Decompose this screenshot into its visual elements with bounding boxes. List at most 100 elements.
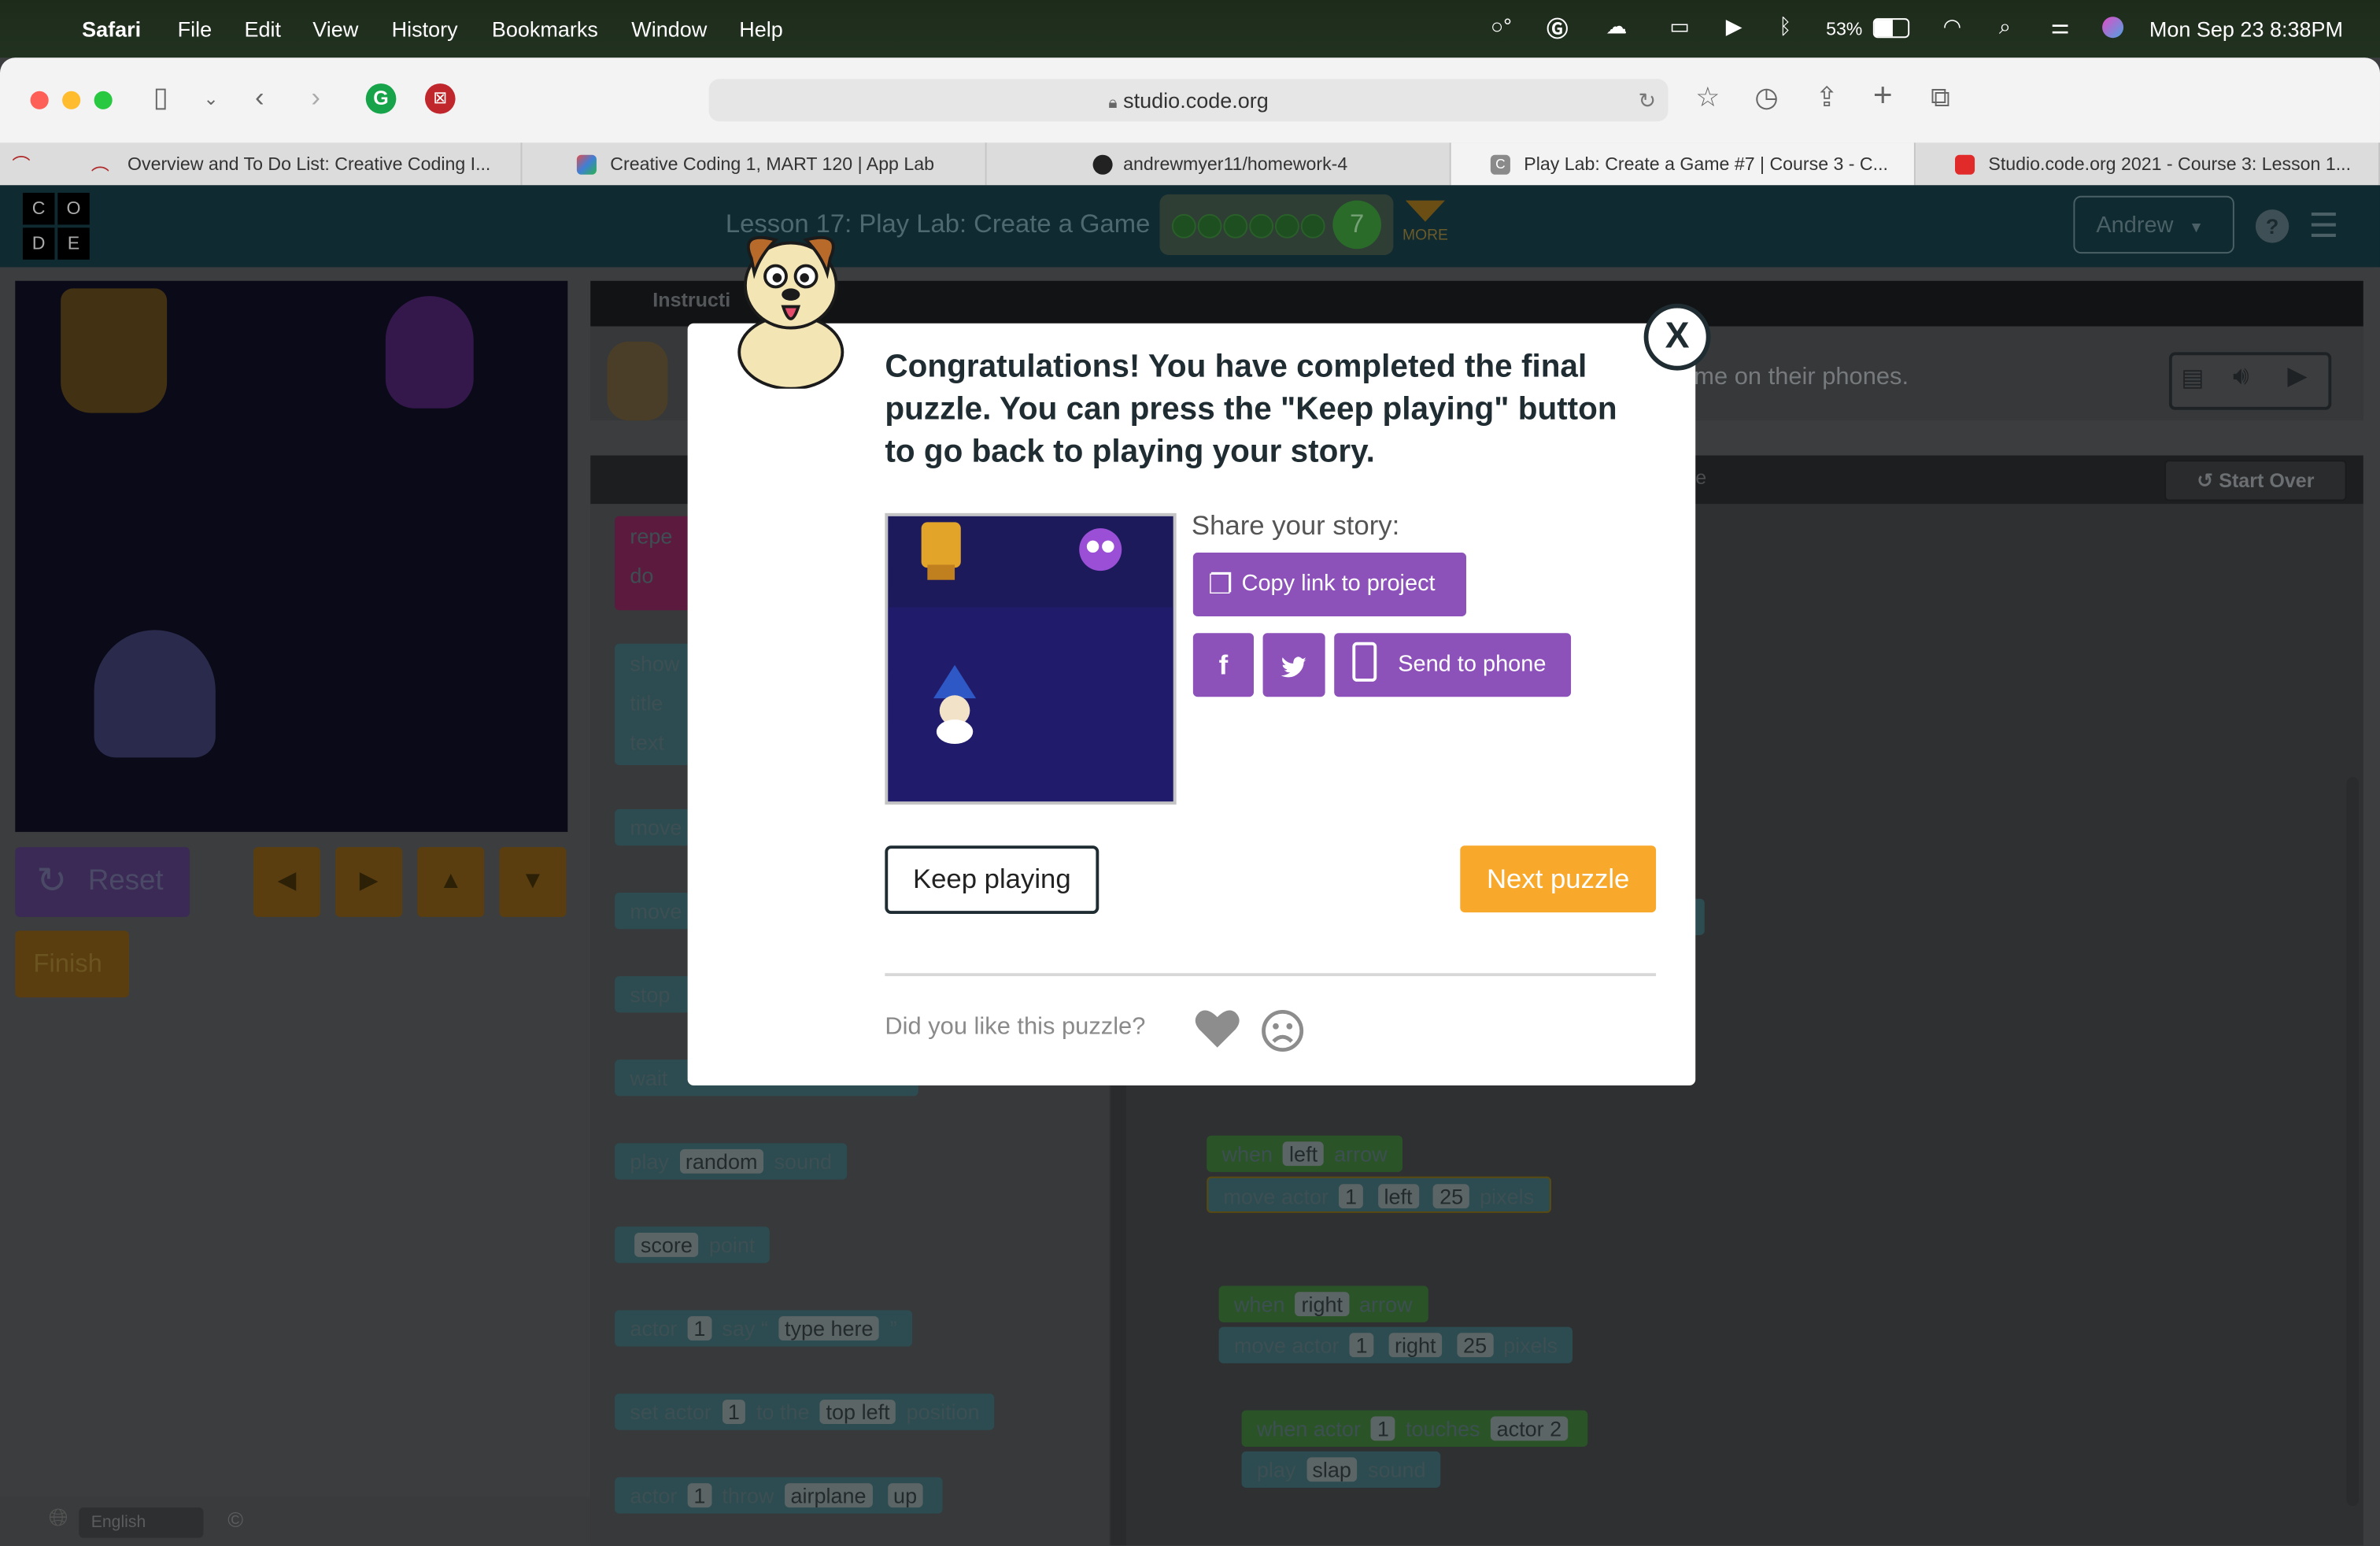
actor-dropdown[interactable]: 1	[687, 1316, 712, 1341]
code-org-logo[interactable]: C O D E	[22, 192, 90, 260]
grammarly-icon[interactable]: Ⓖ	[1547, 13, 1568, 44]
sound-dropdown[interactable]: slap	[1306, 1457, 1358, 1482]
send-to-phone-button[interactable]: Send to phone	[1334, 633, 1572, 697]
share-icon[interactable]: ⇪	[1816, 82, 1839, 113]
hamburger-menu-icon[interactable]: ☰	[2308, 206, 2338, 246]
close-dialog-button[interactable]: X	[1643, 303, 1711, 371]
distance-dropdown[interactable]: 25	[1457, 1333, 1493, 1358]
copy-link-button[interactable]: ❐ Copy link to project	[1192, 552, 1466, 616]
menu-edit[interactable]: Edit	[244, 17, 281, 41]
target-dropdown[interactable]: actor 2	[1490, 1416, 1568, 1441]
menu-history[interactable]: History	[392, 17, 458, 41]
arrow-left-button[interactable]: ◀	[253, 847, 320, 917]
status-icon[interactable]: ○°	[1491, 13, 1512, 38]
arrow-right-button[interactable]: ▶	[335, 847, 403, 917]
finish-button[interactable]: Finish	[15, 930, 129, 998]
move-block-2[interactable]: move	[615, 892, 691, 930]
extension-icon[interactable]: ⊠	[424, 83, 456, 114]
menu-bookmarks[interactable]: Bookmarks	[492, 17, 598, 41]
new-tab-icon[interactable]: +	[1873, 76, 1893, 115]
arrow-dropdown[interactable]: right	[1295, 1292, 1349, 1317]
back-icon[interactable]: ‹	[255, 82, 264, 113]
set-position-block[interactable]: set actor 1 to the top left position	[615, 1393, 995, 1430]
when-right-arrow-block[interactable]: when right arrow	[1218, 1285, 1428, 1322]
screen-mirror-icon[interactable]: ▭	[1669, 13, 1690, 39]
bookmark-star-icon[interactable]: ☆	[1695, 82, 1720, 113]
progress-dot[interactable]	[1171, 213, 1196, 239]
arrow-up-button[interactable]: ▲	[417, 847, 485, 917]
spotlight-search-icon[interactable]: ⌕	[1999, 13, 2011, 39]
distance-dropdown[interactable]: 25	[1433, 1184, 1469, 1209]
reset-button[interactable]: ↻ Reset	[15, 847, 190, 917]
progress-dot[interactable]	[1274, 213, 1299, 239]
keep-playing-button[interactable]: Keep playing	[885, 845, 1099, 914]
arrow-dropdown[interactable]: left	[1283, 1141, 1324, 1167]
actor-dropdown[interactable]: 1	[1371, 1416, 1395, 1441]
help-icon[interactable]: ?	[2255, 209, 2289, 243]
dislike-frown-button[interactable]	[1260, 1008, 1306, 1054]
play-sound-block[interactable]: play random sound	[615, 1143, 848, 1180]
facebook-share-button[interactable]: f	[1192, 633, 1254, 697]
projectile-dropdown[interactable]: airplane	[784, 1483, 873, 1508]
actor-dropdown[interactable]: 1	[1339, 1184, 1363, 1209]
copyright-button[interactable]: ©	[227, 1507, 243, 1532]
score-dropdown[interactable]: score	[634, 1232, 699, 1257]
text-to-speech-icon[interactable]: ▤	[2181, 363, 2204, 394]
show-title-block[interactable]: show title text	[615, 643, 691, 765]
direction-dropdown[interactable]: up	[887, 1483, 923, 1508]
when-left-arrow-block[interactable]: when left arrow	[1207, 1135, 1402, 1172]
volume-icon[interactable]: 🔊︎	[2233, 361, 2249, 392]
actor-dropdown[interactable]: 1	[1349, 1333, 1374, 1358]
stop-block[interactable]: stop	[615, 976, 691, 1013]
instructions-tab[interactable]: Instructi	[652, 288, 730, 311]
like-heart-button[interactable]	[1195, 1008, 1240, 1051]
tab-canvas-overview[interactable]: ⌒ Overview and To Do List: Creative Codi…	[57, 142, 523, 186]
actor-dropdown[interactable]: 1	[687, 1483, 712, 1508]
workspace-scrollbar[interactable]	[2346, 777, 2359, 1507]
sidebar-toggle-icon[interactable]: ▯	[153, 82, 168, 113]
reload-icon[interactable]: ↻	[1638, 79, 1656, 121]
twitter-share-button[interactable]	[1262, 633, 1325, 697]
game-canvas[interactable]	[15, 280, 568, 832]
progress-dot[interactable]	[1197, 213, 1222, 239]
language-select[interactable]: English	[79, 1507, 204, 1538]
next-puzzle-button[interactable]: Next puzzle	[1460, 845, 1657, 913]
move-block[interactable]: move	[615, 808, 691, 846]
siri-icon[interactable]	[2102, 17, 2124, 39]
sound-dropdown[interactable]: random	[679, 1148, 764, 1174]
score-block[interactable]: score point	[615, 1226, 771, 1263]
start-over-button[interactable]: ↺ Start Over	[2164, 460, 2347, 501]
move-actor-right-block[interactable]: move actor 1 right 25 pixels	[1218, 1326, 1573, 1363]
say-text-input[interactable]: type here	[778, 1316, 880, 1341]
when-actor-touches-block[interactable]: when actor 1 touches actor 2	[1241, 1410, 1587, 1447]
close-window-button[interactable]	[30, 91, 49, 109]
actor-dropdown[interactable]: 1	[722, 1400, 746, 1424]
position-dropdown[interactable]: top left	[819, 1400, 896, 1424]
progress-dot[interactable]	[1223, 213, 1248, 239]
play-slap-sound-block[interactable]: play slap sound	[1241, 1451, 1441, 1488]
tab-github[interactable]: andrewmyer11/homework-4	[987, 142, 1451, 186]
menu-file[interactable]: File	[178, 17, 213, 41]
wifi-icon[interactable]: ◠	[1943, 13, 1962, 39]
menu-app-name[interactable]: Safari	[82, 17, 141, 41]
tab-app-lab[interactable]: Creative Coding 1, MART 120 | App Lab	[522, 142, 987, 186]
menu-view[interactable]: View	[312, 17, 358, 41]
history-icon[interactable]: ◷	[1754, 82, 1778, 113]
arrow-down-button[interactable]: ▼	[499, 847, 567, 917]
tab-overview-icon[interactable]: ⧉	[1931, 82, 1950, 113]
forward-icon[interactable]: ›	[311, 82, 320, 113]
more-button[interactable]: MORE	[1402, 200, 1448, 244]
actor-throw-block[interactable]: actor 1 throw airplane up	[615, 1477, 943, 1514]
play-audio-icon[interactable]: ▶	[2287, 361, 2307, 392]
menu-window[interactable]: Window	[631, 17, 707, 41]
actor-say-block[interactable]: actor 1 say “ type here ”	[615, 1310, 912, 1347]
battery-icon[interactable]	[1872, 18, 1910, 39]
move-actor-left-block[interactable]: move actor 1 left 25 pixels	[1207, 1176, 1551, 1213]
tab-youtube[interactable]: Studio.code.org 2021 - Course 3: Lesson …	[1916, 142, 2380, 186]
bluetooth-icon[interactable]: ᛒ	[1779, 13, 1791, 38]
fullscreen-window-button[interactable]	[94, 91, 113, 109]
direction-dropdown[interactable]: right	[1388, 1333, 1443, 1358]
pinned-tab-icon[interactable]: ⌒	[12, 152, 30, 178]
control-center-icon[interactable]: ⚌	[2050, 13, 2069, 39]
address-bar[interactable]: 🔒︎ studio.code.org ↻	[708, 79, 1669, 122]
